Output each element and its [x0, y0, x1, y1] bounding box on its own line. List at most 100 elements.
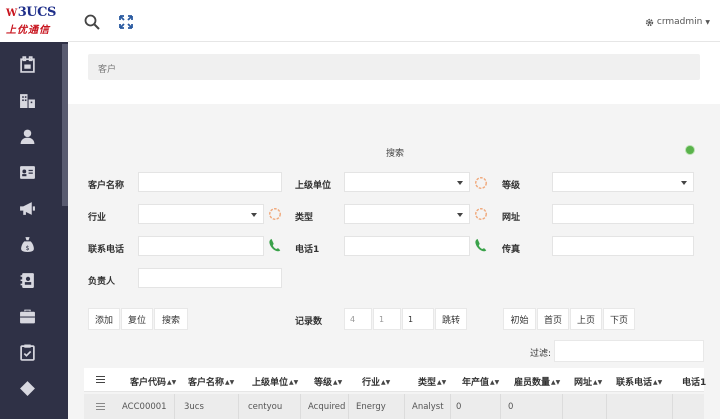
jump-button[interactable]: 跳转: [435, 308, 467, 330]
home-page-button[interactable]: 首页: [537, 308, 569, 330]
search-icon[interactable]: [84, 14, 100, 30]
record-count: 4: [344, 308, 372, 330]
cell-name: 3ucs: [184, 402, 204, 412]
type-select[interactable]: [344, 204, 470, 224]
column-header[interactable]: 雇员数量▲▼: [514, 375, 560, 388]
phone-call-icon[interactable]: [474, 238, 488, 252]
search-panel: 搜索 客户名称 上级单位 等级 行业 类型 网址 联系电话 电话1 传真 负责人…: [68, 104, 720, 419]
logo-mark: 3UCS: [17, 5, 57, 20]
column-header[interactable]: 上级单位▲▼: [252, 375, 298, 388]
cell-parent: centyou: [248, 402, 283, 412]
nav-user[interactable]: [0, 118, 55, 154]
level-select[interactable]: [552, 172, 694, 192]
sort-icon: ▲▼: [333, 379, 343, 386]
diamond-icon: [20, 380, 35, 396]
nav-calendar[interactable]: [0, 46, 55, 82]
customer-name-input[interactable]: [138, 172, 282, 192]
cell-employees: 0: [508, 402, 514, 412]
chevron-down-icon: ▼: [705, 18, 710, 26]
money-bag-icon: $: [21, 236, 34, 252]
column-header[interactable]: 客户名称▲▼: [188, 375, 234, 388]
nav-marketing[interactable]: [0, 190, 55, 226]
gear-icon: [645, 18, 654, 26]
column-header[interactable]: 年产值▲▼: [462, 375, 499, 388]
table-row[interactable]: ACC00001 3ucs centyou Acquired Energy An…: [84, 394, 704, 419]
breadcrumb-bar: 客户: [68, 42, 720, 104]
parent-unit-select[interactable]: [344, 172, 470, 192]
first-button[interactable]: 初始: [503, 308, 536, 330]
table-header: 客户代码▲▼ 客户名称▲▼ 上级单位▲▼ 等级▲▼ 行业▲▼ 类型▲▼ 年产值▲…: [84, 368, 706, 392]
clear-icon[interactable]: [474, 176, 488, 190]
nav-finance[interactable]: $: [0, 226, 55, 262]
panel-title: 搜索: [386, 149, 405, 159]
nav-tasks[interactable]: [0, 334, 55, 370]
cell-industry: Energy: [356, 402, 386, 412]
nav-diamond[interactable]: [0, 370, 55, 406]
page-number-input[interactable]: 1: [402, 308, 434, 330]
nav-contacts-book[interactable]: [0, 262, 55, 298]
filter-input[interactable]: [554, 340, 704, 362]
column-header[interactable]: 类型▲▼: [418, 375, 446, 388]
total-pages: 1: [373, 308, 401, 330]
sort-icon: ▲▼: [437, 379, 447, 386]
fax-input[interactable]: [552, 236, 694, 256]
building-icon: [20, 93, 35, 108]
search-button[interactable]: 搜索: [154, 308, 188, 330]
nav-briefcase[interactable]: [0, 298, 55, 334]
phone1-input[interactable]: [344, 236, 470, 256]
breadcrumb: 客户: [88, 54, 700, 80]
fullscreen-icon[interactable]: [118, 14, 134, 30]
owner-label: 负责人: [88, 277, 116, 287]
nav-contact-card[interactable]: [0, 154, 55, 190]
company-logo[interactable]: W3UCS 上优通信: [0, 0, 68, 42]
clear-icon[interactable]: [474, 207, 488, 221]
sort-icon: ▲▼: [551, 379, 561, 386]
sort-icon: ▲▼: [653, 379, 663, 386]
sort-icon: ▲▼: [593, 379, 603, 386]
phone1-label: 电话1: [295, 245, 320, 255]
website-label: 网址: [502, 213, 521, 223]
megaphone-icon: [20, 201, 35, 215]
industry-label: 行业: [88, 213, 107, 223]
cell-type: Analyst: [412, 402, 444, 412]
user-name: crmadmin: [656, 17, 703, 27]
website-input[interactable]: [552, 204, 694, 224]
add-button[interactable]: 添加: [88, 308, 120, 330]
sort-icon: ▲▼: [381, 379, 391, 386]
next-page-button[interactable]: 下页: [603, 308, 635, 330]
record-count-label: 记录数: [295, 317, 323, 327]
owner-input[interactable]: [138, 268, 282, 288]
prev-page-button[interactable]: 上页: [570, 308, 602, 330]
top-header: crmadmin ▼: [68, 0, 720, 42]
nav-buildings[interactable]: [0, 82, 55, 118]
column-header[interactable]: 电话1: [682, 375, 706, 388]
column-header[interactable]: 等级▲▼: [314, 375, 342, 388]
column-header[interactable]: 联系电话▲▼: [616, 375, 662, 388]
sort-icon: ▲▼: [225, 379, 235, 386]
sidebar: W3UCS 上优通信 $: [0, 0, 68, 419]
fax-label: 传真: [502, 245, 521, 255]
phone-input[interactable]: [138, 236, 264, 256]
parent-unit-label: 上级单位: [295, 181, 332, 191]
industry-select[interactable]: [138, 204, 264, 224]
row-menu-icon[interactable]: [96, 403, 105, 410]
reset-button[interactable]: 复位: [121, 308, 153, 330]
filter-label: 过滤:: [530, 349, 552, 359]
breadcrumb-current[interactable]: 客户: [98, 65, 116, 75]
user-icon: [20, 129, 35, 144]
sort-icon: ▲▼: [490, 379, 500, 386]
clear-icon[interactable]: [268, 207, 282, 221]
phone-call-icon[interactable]: [268, 238, 282, 252]
user-menu[interactable]: crmadmin ▼: [645, 17, 710, 27]
column-header[interactable]: 行业▲▼: [362, 375, 390, 388]
type-label: 类型: [295, 213, 314, 223]
collapse-toggle-icon[interactable]: [686, 146, 694, 154]
customer-name-label: 客户名称: [88, 181, 125, 191]
column-menu-icon[interactable]: [96, 376, 105, 383]
column-header[interactable]: 客户代码▲▼: [130, 375, 176, 388]
column-header[interactable]: 网址▲▼: [574, 375, 602, 388]
calendar-icon: [20, 55, 35, 73]
sort-icon: ▲▼: [167, 379, 177, 386]
clipboard-check-icon: [20, 344, 35, 361]
cell-level: Acquired: [308, 402, 346, 412]
